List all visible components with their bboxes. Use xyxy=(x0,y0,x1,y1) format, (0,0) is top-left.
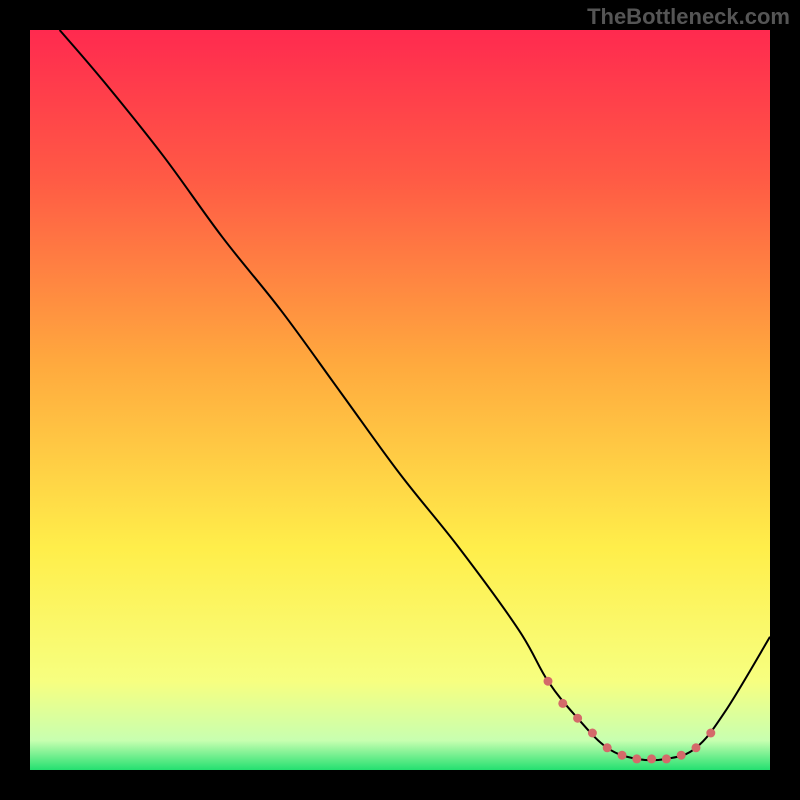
highlight-dot xyxy=(558,699,567,708)
highlight-dot xyxy=(677,751,686,760)
highlight-dot xyxy=(647,754,656,763)
highlight-dot xyxy=(573,714,582,723)
highlight-dot xyxy=(588,729,597,738)
highlight-dot xyxy=(706,729,715,738)
highlight-dot xyxy=(544,677,553,686)
chart-plot xyxy=(30,30,770,770)
watermark-label: TheBottleneck.com xyxy=(587,4,790,30)
highlight-dot xyxy=(618,751,627,760)
chart-frame: TheBottleneck.com xyxy=(0,0,800,800)
highlight-dot xyxy=(662,754,671,763)
chart-svg xyxy=(30,30,770,770)
highlight-dot xyxy=(692,743,701,752)
highlight-dot xyxy=(603,743,612,752)
gradient-background xyxy=(30,30,770,770)
highlight-dot xyxy=(632,754,641,763)
